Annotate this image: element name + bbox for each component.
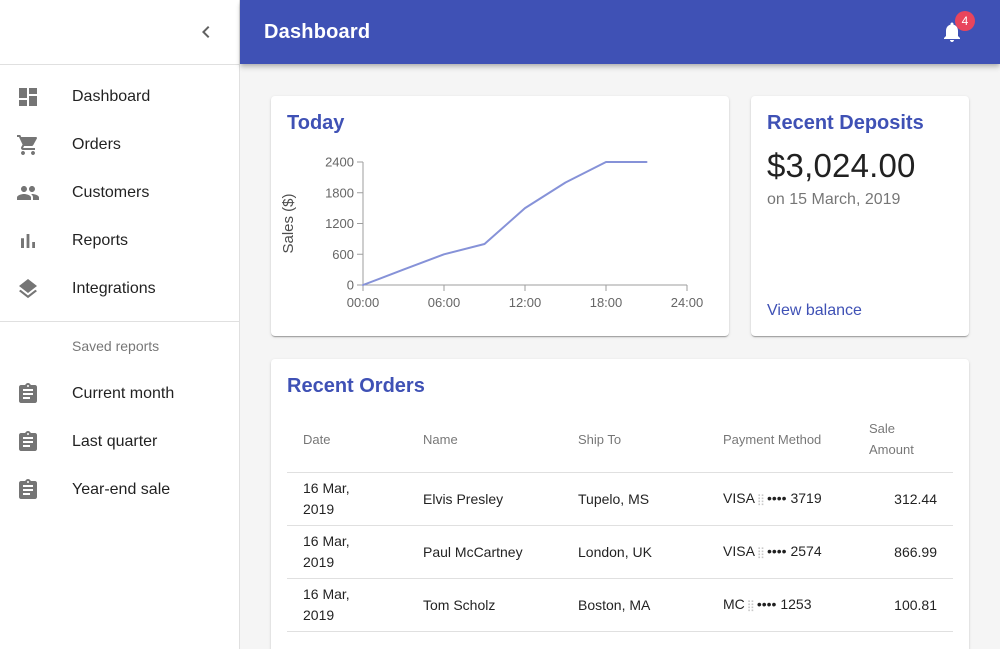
sidebar-item-label: Last quarter	[72, 433, 158, 450]
saved-reports-list: Current month Last quarter Year-end sale	[0, 370, 239, 522]
sidebar-item-orders[interactable]: Orders	[0, 121, 239, 169]
recent-deposits-card: Recent Deposits $3,024.00 on 15 March, 2…	[751, 96, 969, 336]
page-title: Dashboard	[264, 20, 371, 43]
card-title: Today	[287, 112, 345, 134]
column-header-date: Date	[287, 406, 407, 473]
column-header-payment-method: Payment Method	[707, 406, 853, 473]
card-dots-glyph: ⣿	[746, 599, 755, 612]
order-name: Elvis Presley	[407, 472, 562, 526]
order-date: 16 Mar, 2019	[303, 480, 350, 517]
order-amount: 100.81	[853, 578, 953, 632]
sales-line-chart: 0 600 1200 1800 2400 00:00 06:00 12:00 18:00 24:0…	[280, 155, 703, 311]
sidebar-item-label: Customers	[72, 184, 150, 201]
saved-reports-header: Saved reports	[72, 338, 160, 354]
svg-text:Sales ($): Sales ($)	[280, 193, 297, 253]
order-amount	[853, 631, 953, 649]
sidebar-toolbar	[0, 0, 239, 64]
order-payment-method: MC ⣿ •••• 1253	[707, 578, 853, 632]
app-bar: Dashboard 4	[240, 0, 1000, 64]
sidebar-item-label: Integrations	[72, 280, 156, 297]
order-date: 16 Mar, 2019	[303, 586, 350, 623]
card-title: Recent Orders	[287, 375, 425, 397]
svg-text:24:00: 24:00	[671, 295, 703, 310]
sidebar: Dashboard Orders Customers Reports Integ…	[0, 0, 240, 649]
notifications-button[interactable]: 4	[928, 8, 976, 56]
svg-text:18:00: 18:00	[590, 295, 623, 310]
sidebar-item-reports[interactable]: Reports	[0, 217, 239, 265]
order-ship-to: Tupelo, MS	[562, 472, 707, 526]
order-date: 16 Mar, 2019	[303, 533, 350, 570]
deposit-amount: $3,024.00	[767, 147, 916, 184]
table-row: 16 Mar, 2019 Paul McCartney London, UK V…	[287, 525, 953, 579]
column-header-name: Name	[407, 406, 562, 473]
view-balance-link[interactable]: View balance	[767, 302, 953, 320]
table-row: 16 Mar, AMEX⣿••••	[287, 631, 953, 649]
sidebar-item-label: Dashboard	[72, 88, 151, 105]
sidebar-item-year-end-sale[interactable]: Year-end sale	[0, 466, 239, 514]
order-name: Paul McCartney	[407, 525, 562, 579]
orders-table-header: Date Name Ship To Payment Method Sale Am…	[287, 406, 953, 473]
sidebar-item-current-month[interactable]: Current month	[0, 370, 239, 418]
orders-table: Date Name Ship To Payment Method Sale Am…	[287, 406, 953, 649]
svg-text:2400: 2400	[325, 155, 354, 170]
assignment-icon	[19, 431, 37, 451]
svg-text:06:00: 06:00	[428, 295, 461, 310]
top-cards-row: Today 0 600 1200 1800 2400 00:00 06:00 12:00 18:…	[271, 96, 969, 336]
order-payment-method: VISA ⣿ •••• 3719	[707, 472, 853, 526]
sidebar-item-label: Current month	[72, 385, 175, 402]
shopping-cart-icon	[17, 134, 37, 155]
main-column: Dashboard 4 Today 0 600 1200 1800 2400 00:00 0…	[240, 0, 1000, 649]
sidebar-item-customers[interactable]: Customers	[0, 169, 239, 217]
svg-text:1800: 1800	[325, 185, 354, 200]
order-amount: 866.99	[853, 525, 953, 579]
table-row: 16 Mar, 2019 Elvis Presley Tupelo, MS VI…	[287, 472, 953, 526]
column-header-sale-amount: Sale Amount	[853, 406, 953, 473]
deposit-date: on 15 March, 2019	[767, 191, 901, 208]
collapse-sidebar-button[interactable]	[182, 8, 230, 56]
main-nav-list: Dashboard Orders Customers Reports Integ…	[0, 65, 239, 321]
sidebar-item-label: Year-end sale	[72, 481, 171, 498]
app-root: Dashboard Orders Customers Reports Integ…	[0, 0, 1000, 649]
svg-text:00:00: 00:00	[347, 295, 380, 310]
order-payment-method: VISA ⣿ •••• 2574	[707, 525, 853, 579]
card-title: Recent Deposits	[767, 112, 924, 134]
svg-text:600: 600	[332, 247, 354, 262]
order-name	[407, 631, 562, 649]
table-row: 16 Mar, 2019 Tom Scholz Boston, MA MC ⣿ ••…	[287, 578, 953, 632]
svg-text:1200: 1200	[325, 216, 354, 231]
sidebar-item-integrations[interactable]: Integrations	[0, 265, 239, 313]
order-amount: 312.44	[853, 472, 953, 526]
order-name: Tom Scholz	[407, 578, 562, 632]
order-ship-to: London, UK	[562, 525, 707, 579]
chevron-left-icon	[202, 26, 210, 38]
sidebar-item-label: Reports	[72, 232, 129, 249]
bar-chart-icon	[21, 234, 35, 248]
sidebar-item-last-quarter[interactable]: Last quarter	[0, 418, 239, 466]
content-area: Today 0 600 1200 1800 2400 00:00 06:00 12:00 18:…	[240, 64, 1000, 649]
sidebar-item-dashboard[interactable]: Dashboard	[0, 73, 239, 121]
sidebar-item-label: Orders	[72, 136, 121, 153]
svg-text:12:00: 12:00	[509, 295, 542, 310]
order-ship-to	[562, 631, 707, 649]
card-dots-glyph: ⣿	[756, 546, 765, 559]
notification-badge: 4	[955, 11, 975, 31]
today-chart-card: Today 0 600 1200 1800 2400 00:00 06:00 12:00 18:…	[271, 96, 729, 336]
dashboard-icon	[19, 88, 37, 106]
card-dots-glyph: ⣿	[756, 493, 765, 506]
people-icon	[17, 186, 39, 200]
svg-text:0: 0	[347, 278, 354, 293]
recent-orders-card: Recent Orders Date Name Ship To Payment …	[271, 359, 969, 649]
order-payment-method: AMEX⣿••••	[707, 631, 853, 649]
assignment-icon	[19, 383, 37, 403]
column-header-ship-to: Ship To	[562, 406, 707, 473]
assignment-icon	[19, 479, 37, 499]
order-ship-to: Boston, MA	[562, 578, 707, 632]
layers-icon	[19, 279, 37, 299]
